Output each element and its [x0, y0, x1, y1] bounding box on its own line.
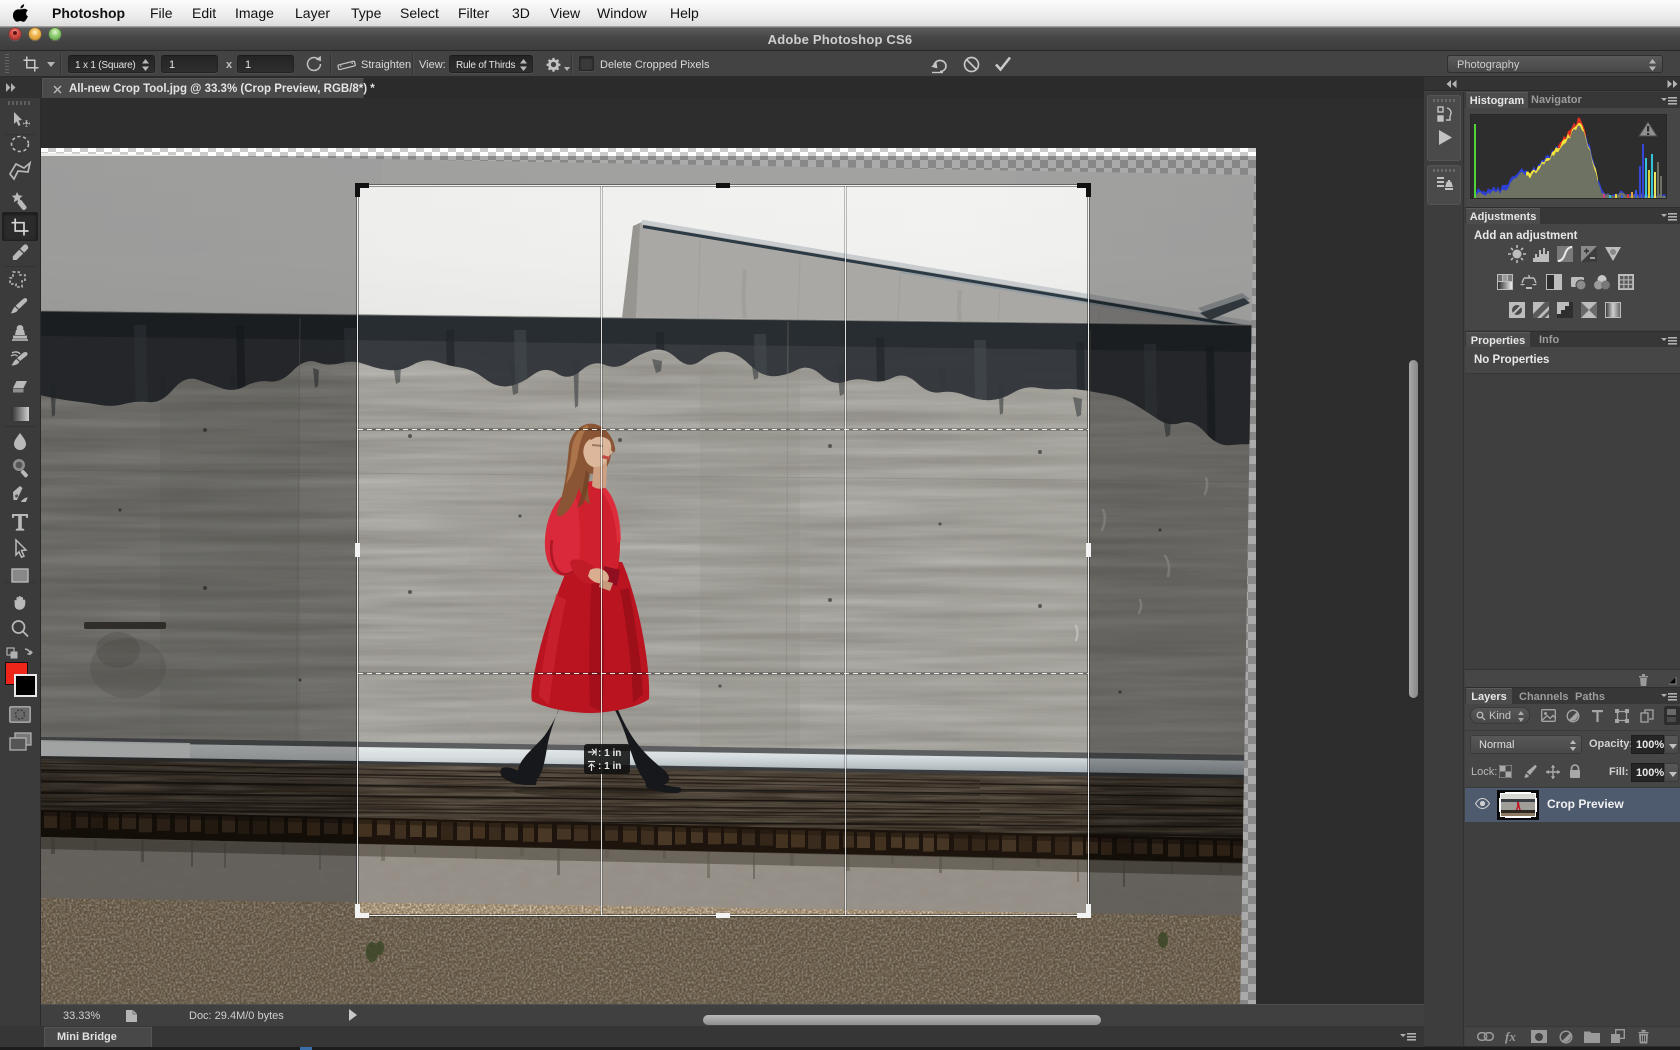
svg-text:: 1 in: : 1 in — [598, 748, 621, 759]
svg-text:: 1 in: : 1 in — [598, 761, 621, 772]
